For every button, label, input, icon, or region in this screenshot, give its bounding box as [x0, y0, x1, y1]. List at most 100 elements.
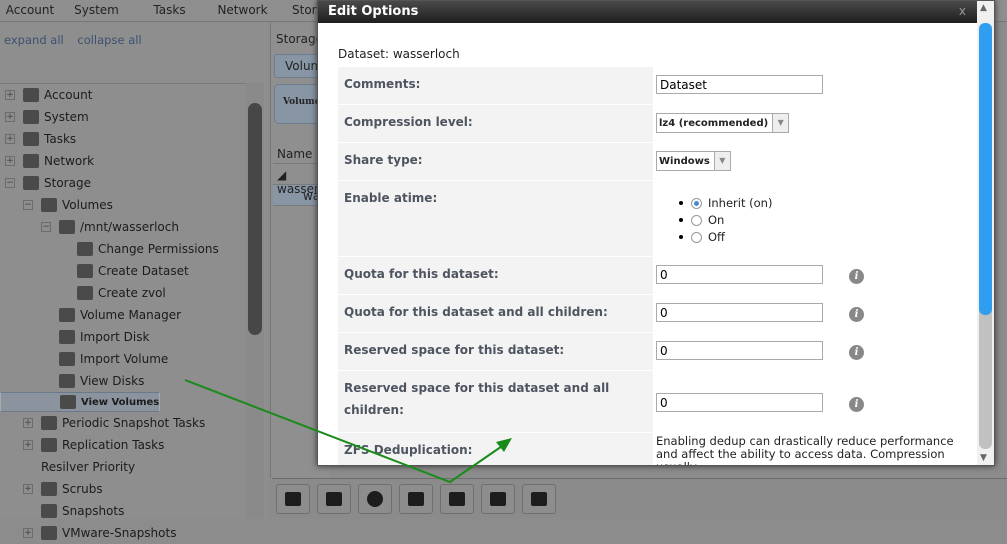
scroll-thumb[interactable]	[979, 23, 992, 315]
tree-item[interactable]: − Volumes	[0, 194, 246, 216]
tree-item[interactable]: + Periodic Snapshot Tasks	[0, 412, 246, 434]
reserved-input[interactable]	[656, 341, 823, 360]
share-type-select[interactable]: Windows ▼	[656, 151, 731, 171]
tree-item-icon	[23, 154, 39, 168]
scroll-down-icon[interactable]: ▼	[980, 453, 987, 463]
expand-icon[interactable]: +	[23, 440, 33, 450]
tree-item[interactable]: + Scrubs	[0, 478, 246, 500]
collapse-all-link[interactable]: collapse all	[77, 33, 141, 47]
upgrade-icon	[367, 491, 383, 507]
collapse-icon[interactable]: −	[23, 200, 33, 210]
tree-item-label: Periodic Snapshot Tasks	[62, 416, 206, 430]
menu-system[interactable]: System	[60, 0, 133, 21]
create-zvol-button[interactable]	[481, 484, 515, 514]
tree-item-icon	[41, 416, 57, 430]
tree-item-label: VMware-Snapshots	[62, 526, 177, 540]
expand-icon[interactable]: +	[5, 112, 15, 122]
reserved-all-input[interactable]	[656, 393, 823, 412]
tree-item[interactable]: Create Dataset	[0, 260, 246, 282]
tree-item[interactable]: − /mnt/wasserloch	[0, 216, 246, 238]
snapshot-icon	[531, 492, 547, 506]
change-permissions-button[interactable]	[276, 484, 310, 514]
tree-item[interactable]: Volume Manager	[0, 304, 246, 326]
tree-item-label: Account	[44, 88, 93, 102]
info-icon[interactable]: i	[849, 306, 864, 322]
tab-storage[interactable]: Storage	[276, 32, 323, 46]
tree-item[interactable]: Snapshots	[0, 500, 246, 522]
tree-item[interactable]: Import Volume	[0, 348, 246, 370]
tree-item[interactable]: Resilver Priority	[0, 456, 246, 478]
expand-icon[interactable]: +	[5, 156, 15, 166]
tree-item[interactable]: View Disks	[0, 370, 246, 392]
tree-item-icon	[23, 132, 39, 146]
tree-item-label: Create Dataset	[98, 264, 189, 278]
tree-item-label: View Disks	[80, 374, 145, 388]
info-icon[interactable]: i	[849, 396, 864, 412]
tree-item-label: Snapshots	[62, 504, 125, 518]
create-dataset-button[interactable]	[317, 484, 351, 514]
menu-account[interactable]: Account	[0, 0, 60, 21]
tree-item-label: Import Disk	[80, 330, 150, 344]
tree-item[interactable]: Import Disk	[0, 326, 246, 348]
tree-item-icon	[77, 242, 93, 256]
dataset-label: Dataset: wasserloch	[338, 47, 460, 61]
scroll-thumb[interactable]	[248, 103, 262, 335]
quota-label: Quota for this dataset:	[338, 257, 653, 294]
scroll-up-icon[interactable]: ▲	[980, 3, 987, 13]
info-icon[interactable]: i	[849, 268, 864, 284]
close-icon[interactable]: x	[959, 4, 966, 18]
tree-item[interactable]: + System	[0, 106, 246, 128]
atime-off-radio[interactable]: Off	[673, 230, 772, 244]
comments-input[interactable]	[656, 75, 823, 94]
tree-item[interactable]: + Replication Tasks	[0, 434, 246, 456]
destroy-button[interactable]	[399, 484, 433, 514]
left-panel: expand all collapse all + Account + System +…	[0, 23, 268, 540]
tree-item-label: View Volumes	[81, 396, 160, 408]
expand-icon[interactable]: +	[5, 90, 15, 100]
snapshot-button[interactable]	[522, 484, 556, 514]
tree-item[interactable]: + VMware-Snapshots	[0, 522, 246, 544]
atime-label: Enable atime:	[338, 181, 653, 256]
tree-item-label: Storage	[44, 176, 91, 190]
tree-item-icon	[41, 482, 57, 496]
expand-icon[interactable]: +	[23, 528, 33, 538]
compression-select[interactable]: lz4 (recommended) ▼	[656, 113, 790, 133]
tree-item-label: Change Permissions	[98, 242, 219, 256]
quota-children-input[interactable]	[656, 303, 823, 322]
tree-item[interactable]: − Storage	[0, 172, 246, 194]
radio-label: On	[708, 213, 725, 227]
reserved-label: Reserved space for this dataset:	[338, 333, 653, 370]
tree-item-icon	[60, 395, 76, 409]
tree-item[interactable]: View Volumes	[0, 392, 161, 412]
tree-item[interactable]: + Tasks	[0, 128, 246, 150]
menu-tasks[interactable]: Tasks	[133, 0, 206, 21]
tree-item[interactable]: + Network	[0, 150, 246, 172]
collapse-icon[interactable]: −	[5, 178, 15, 188]
tree-scrollbar[interactable]	[246, 83, 264, 518]
radio-label: Inherit (on)	[708, 196, 773, 210]
upgrade-button[interactable]	[358, 484, 392, 514]
reserved-all-label: Reserved space for this dataset and all …	[338, 371, 653, 432]
menu-network[interactable]: Network	[206, 0, 279, 21]
tree-item[interactable]: + Account	[0, 84, 246, 106]
volume-toolbar	[272, 478, 1007, 518]
expand-icon[interactable]: +	[23, 484, 33, 494]
tree-item[interactable]: Create zvol	[0, 282, 246, 304]
tree-item-label: Replication Tasks	[62, 438, 165, 452]
atime-on-radio[interactable]: On	[673, 213, 772, 227]
create-zvol-icon	[490, 492, 506, 506]
edit-options-button[interactable]	[440, 484, 474, 514]
tree-item-icon	[77, 286, 93, 300]
expand-icon[interactable]: +	[5, 134, 15, 144]
share-type-value: Windows	[659, 155, 710, 167]
expand-icon[interactable]: +	[23, 418, 33, 428]
tree-item[interactable]: Change Permissions	[0, 238, 246, 260]
info-icon[interactable]: i	[849, 344, 864, 360]
dialog-scrollbar[interactable]: ▲ ▼	[977, 1, 994, 465]
change-permissions-icon	[285, 492, 301, 506]
expand-all-link[interactable]: expand all	[4, 33, 64, 47]
atime-inherit-radio[interactable]: Inherit (on)	[673, 196, 772, 210]
collapse-icon[interactable]: −	[41, 222, 51, 232]
quota-input[interactable]	[656, 265, 823, 284]
tree-item-label: Volume Manager	[80, 308, 182, 322]
